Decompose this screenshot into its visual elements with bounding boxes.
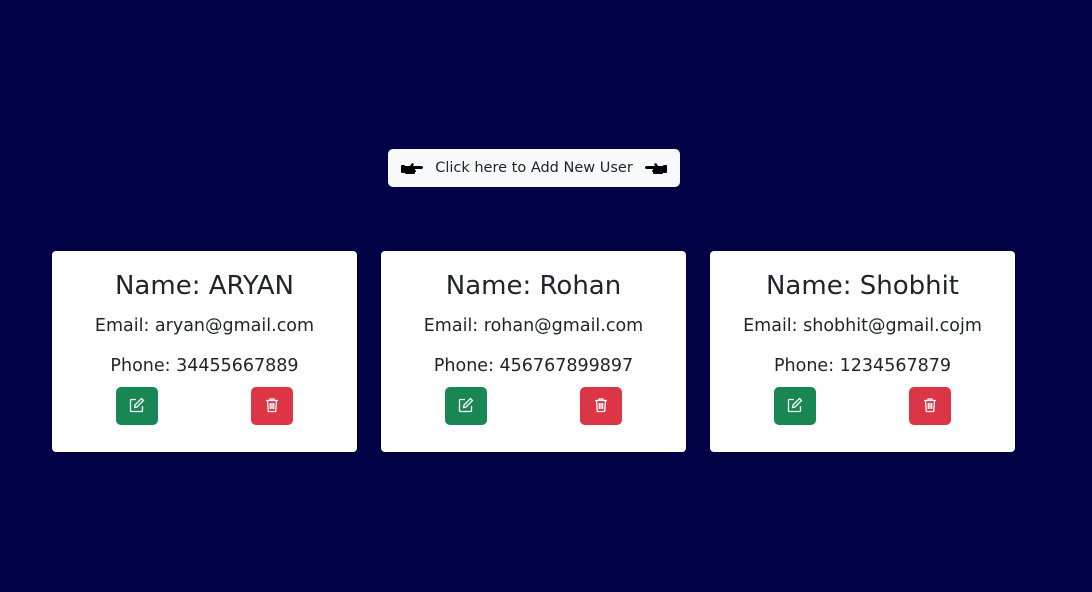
edit-user-button[interactable]	[116, 387, 158, 425]
user-card: Name: Shobhit Email: shobhit@gmail.cojm …	[710, 251, 1015, 452]
add-new-user-label: Click here to Add New User	[435, 160, 633, 176]
user-name: Name: Shobhit	[765, 271, 960, 301]
hand-pointing-left-icon	[644, 161, 667, 175]
trash-icon	[264, 397, 280, 416]
edit-icon	[458, 397, 474, 416]
user-name: Name: Rohan	[445, 271, 622, 301]
user-email: Email: aryan@gmail.com	[94, 316, 315, 336]
hand-pointing-right-icon	[401, 161, 424, 175]
edit-user-button[interactable]	[445, 387, 487, 425]
user-phone: Phone: 456767899897	[433, 356, 634, 376]
user-phone: Phone: 1234567879	[773, 356, 951, 376]
edit-icon	[787, 397, 803, 416]
user-name: Name: ARYAN	[114, 271, 295, 301]
user-card-list: Name: ARYAN Email: aryan@gmail.com Phone…	[52, 251, 1015, 452]
card-actions	[52, 387, 357, 425]
trash-icon	[922, 397, 938, 416]
delete-user-button[interactable]	[251, 387, 293, 425]
user-phone: Phone: 34455667889	[110, 356, 299, 376]
user-email: Email: shobhit@gmail.cojm	[743, 316, 982, 336]
add-new-user-button[interactable]: Click here to Add New User	[388, 149, 680, 187]
trash-icon	[593, 397, 609, 416]
card-actions	[381, 387, 686, 425]
edit-user-button[interactable]	[774, 387, 816, 425]
edit-icon	[129, 397, 145, 416]
delete-user-button[interactable]	[580, 387, 622, 425]
user-card: Name: Rohan Email: rohan@gmail.com Phone…	[381, 251, 686, 452]
user-email: Email: rohan@gmail.com	[423, 316, 644, 336]
delete-user-button[interactable]	[909, 387, 951, 425]
user-card: Name: ARYAN Email: aryan@gmail.com Phone…	[52, 251, 357, 452]
card-actions	[710, 387, 1015, 425]
